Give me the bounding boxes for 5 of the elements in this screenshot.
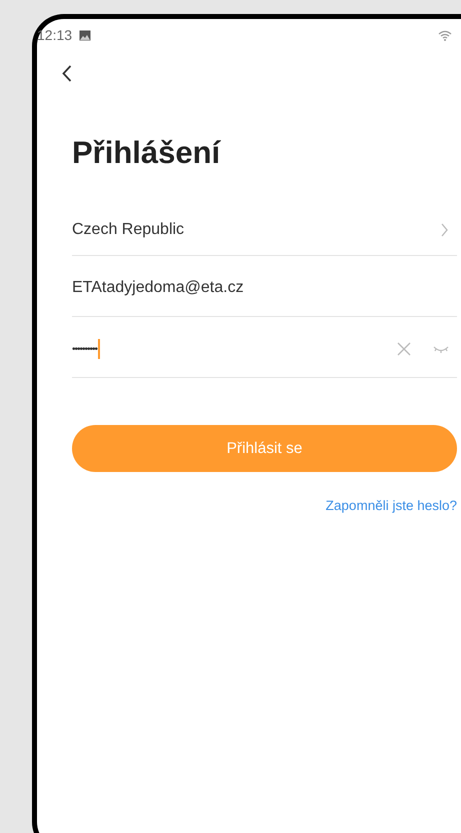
password-field[interactable]: •••••••••• xyxy=(72,317,457,378)
page-title: Přihlášení xyxy=(72,134,222,172)
status-time: 12:13 xyxy=(37,27,72,43)
country-field[interactable]: Czech Republic xyxy=(72,201,457,256)
email-field[interactable]: ETAtadyjedoma@eta.cz xyxy=(72,256,457,317)
